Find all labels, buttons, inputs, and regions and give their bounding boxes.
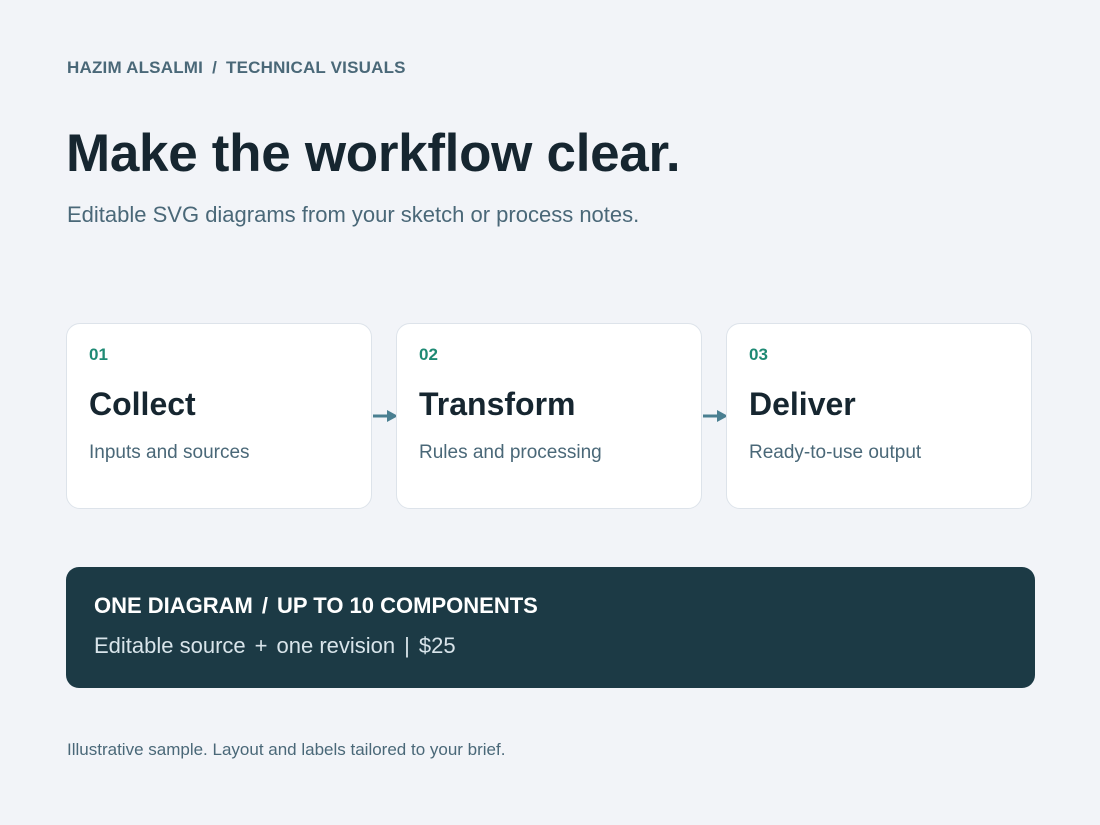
offer-detail-plus: + [254,633,268,658]
breadcrumb-separator: / [212,58,217,77]
step-title: Deliver [749,386,856,422]
offer-details: Editable source + one revision | $25 [94,633,456,659]
section-name: TECHNICAL VISUALS [226,58,406,77]
breadcrumb: HAZIM ALSALMI / TECHNICAL VISUALS [67,58,406,78]
step-card-transform: 02 Transform Rules and processing [396,323,702,509]
offer-title-scope: ONE DIAGRAM [94,593,253,618]
step-number: 01 [89,345,108,364]
offer-detail-source: Editable source [94,633,246,658]
offer-title: ONE DIAGRAM / UP TO 10 COMPONENTS [94,593,538,619]
offer-price: $25 [418,633,456,658]
step-card-deliver: 03 Deliver Ready-to-use output [726,323,1032,509]
step-number: 03 [749,345,768,364]
offer-banner: ONE DIAGRAM / UP TO 10 COMPONENTS Editable… [66,567,1035,688]
step-card-collect: 01 Collect Inputs and sources [66,323,372,509]
footnote: Illustrative sample. Layout and labels t… [67,740,506,759]
offer-detail-separator: | [404,633,410,658]
offer-title-limit: UP TO 10 COMPONENTS [277,593,538,618]
page-title: Make the workflow clear. [66,124,681,183]
step-title: Collect [89,386,196,422]
offer-title-separator: / [261,593,269,618]
step-description: Inputs and sources [89,442,250,463]
offer-detail-revision: one revision [276,633,396,658]
step-title: Transform [419,386,576,422]
step-description: Rules and processing [419,442,602,463]
page-subtitle: Editable SVG diagrams from your sketch o… [67,202,640,227]
author-name: HAZIM ALSALMI [67,58,204,77]
step-number: 02 [419,345,438,364]
step-description: Ready-to-use output [749,442,922,463]
